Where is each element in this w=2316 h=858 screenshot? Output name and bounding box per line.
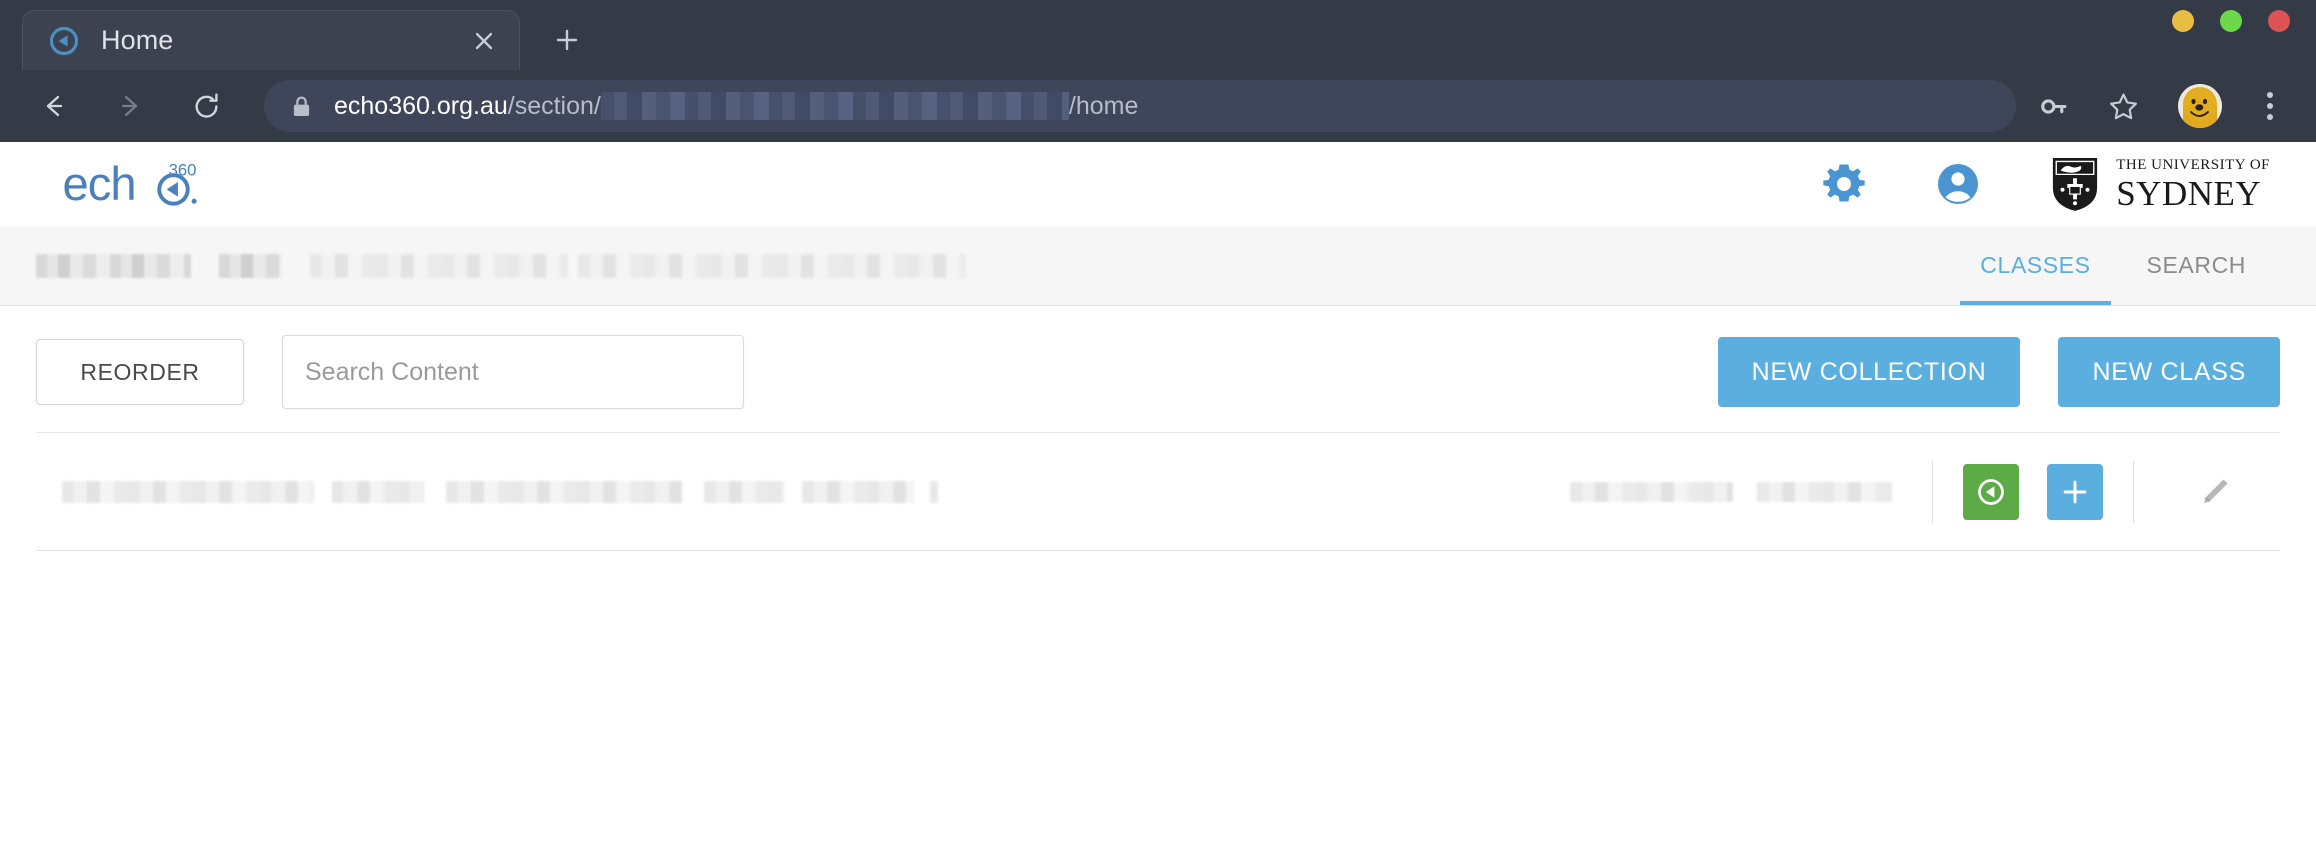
tab-classes[interactable]: CLASSES [1952,226,2118,305]
content-toolbar: REORDER NEW COLLECTION NEW CLASS [36,306,2280,432]
url-suffix: /home [1068,91,1139,120]
content-area: REORDER NEW COLLECTION NEW CLASS [0,306,2316,551]
content-toolbar-actions: NEW COLLECTION NEW CLASS [1717,337,2280,407]
omnibox-actions [2030,83,2292,129]
window-maximize-button[interactable] [2220,10,2242,32]
new-collection-button[interactable]: NEW COLLECTION [1717,337,2021,407]
new-class-button[interactable]: NEW CLASS [2058,337,2280,407]
address-bar-url: echo360.org.au/section/ /home [334,92,1138,121]
reload-icon[interactable] [178,78,234,134]
edit-class-button[interactable] [2186,463,2244,521]
url-domain: echo360.org.au [334,91,508,120]
row-title-redacted [930,480,938,503]
lock-icon [292,95,312,118]
tab-classes-label: CLASSES [1980,252,2091,278]
account-circle-icon[interactable] [1928,154,1988,214]
window-controls [2172,10,2290,32]
svg-text:ech: ech [63,157,136,210]
pencil-icon [2204,479,2228,503]
breadcrumb-bar: CLASSES SEARCH [0,226,2316,306]
echo360-play-favicon [49,26,79,56]
browser-toolbar: echo360.org.au/section/ /home [0,70,2316,142]
section-tabs: CLASSES SEARCH [1952,226,2316,305]
url-redacted-section-id [600,92,1069,120]
browser-tab-title: Home [101,25,174,55]
university-of-sydney-logo: THE UNIVERSITY OF SYDNEY [2050,155,2270,213]
play-class-button[interactable] [1963,463,2019,520]
back-arrow-icon[interactable] [26,78,82,134]
key-icon[interactable] [2030,83,2076,129]
university-shield-crest [2053,158,2098,211]
empty-content-space [0,551,2316,791]
breadcrumb-segment-redacted [310,253,568,278]
app-header: ech 360 THE UNIVERSITY OF SYDNEY [0,142,2316,226]
breadcrumb-segment-redacted [578,253,966,278]
search-content-input[interactable] [282,335,744,409]
university-logo-line2: SYDNEY [2116,173,2262,213]
class-row-actions [1933,463,2133,520]
row-title-redacted [446,480,682,503]
browser-tab-home[interactable]: Home [22,10,520,70]
url-section-path: /section/ [507,91,601,120]
tab-search[interactable]: SEARCH [2119,226,2274,305]
breadcrumb [36,253,966,278]
gear-icon[interactable] [1814,154,1874,214]
row-title-redacted [802,480,914,503]
three-dot-menu-icon[interactable] [2248,83,2292,129]
class-row-meta [1570,481,1892,502]
university-logo-line1: THE UNIVERSITY OF [2116,156,2270,173]
row-meta-redacted [1757,481,1892,502]
row-meta-redacted [1570,481,1733,502]
row-title-redacted [62,480,314,503]
search-content-wrapper [282,335,744,409]
echo360-logo[interactable]: ech 360 [62,157,230,212]
address-bar[interactable]: echo360.org.au/section/ /home [264,80,2016,132]
breadcrumb-segment-redacted [219,253,282,278]
window-minimize-button[interactable] [2172,10,2194,32]
university-logo-text: THE UNIVERSITY OF SYDNEY [2116,156,2270,213]
class-row-title [62,480,1570,503]
breadcrumb-segment-redacted [36,253,191,278]
profile-avatar[interactable] [2178,84,2222,128]
add-content-button[interactable] [2047,463,2103,520]
star-icon[interactable] [2100,83,2146,129]
window-close-button[interactable] [2268,10,2290,32]
table-row[interactable] [36,433,2280,551]
row-divider [2133,460,2134,523]
row-title-redacted [704,480,784,503]
forward-arrow-icon[interactable] [102,78,158,134]
tab-search-label: SEARCH [2146,252,2246,278]
reorder-button[interactable]: REORDER [36,339,244,405]
row-title-redacted [332,480,424,503]
class-list [36,432,2280,551]
app-header-actions: THE UNIVERSITY OF SYDNEY [1814,154,2270,214]
new-tab-button[interactable] [540,13,594,67]
browser-tabstrip: Home [0,0,2316,70]
close-icon[interactable] [467,24,501,58]
browser-chrome: Home echo360.org.au /section/ /home [0,0,2316,142]
